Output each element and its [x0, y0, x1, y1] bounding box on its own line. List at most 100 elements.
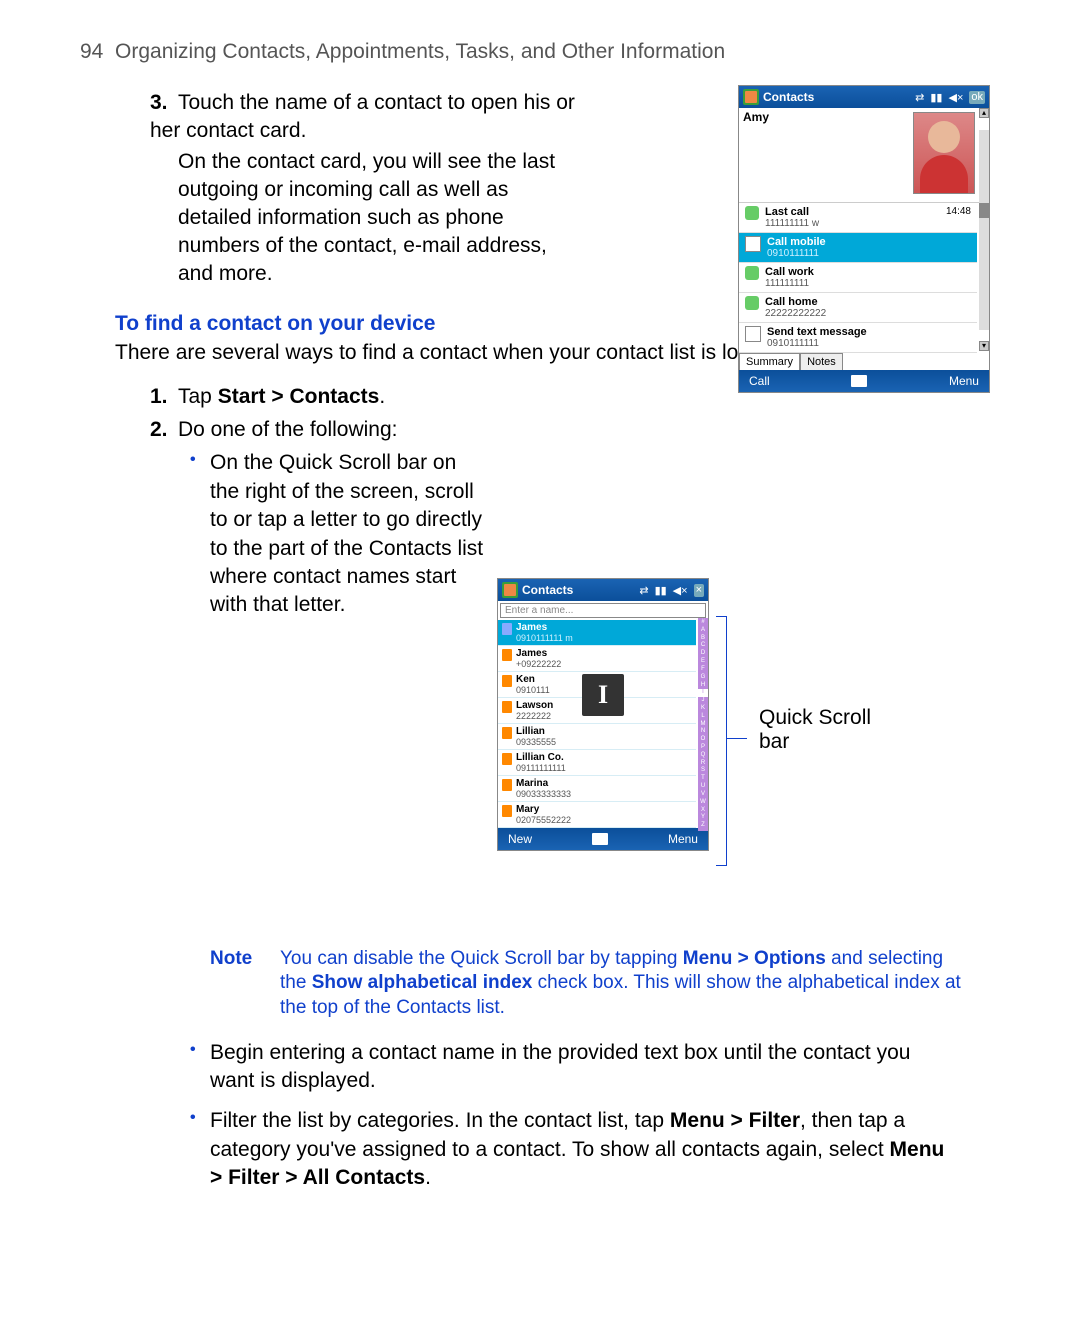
step-2: 2.Do one of the following:	[150, 416, 1000, 444]
row-label: Call work	[765, 266, 814, 278]
signal-icon: ▮▮	[930, 91, 942, 104]
qsb-letter[interactable]: S	[698, 767, 708, 775]
keyboard-icon-2[interactable]	[592, 833, 608, 845]
list-phone: +09222222	[516, 659, 561, 669]
qsb-letter[interactable]: I	[698, 689, 708, 697]
contact-action-row[interactable]: Call mobile0910111111	[739, 233, 977, 263]
row-label: Call home	[765, 296, 826, 308]
titlebar[interactable]: Contacts ⇄ ▮▮ ◀× ok	[739, 86, 989, 108]
contact-list-item[interactable]: Mary02075552222	[498, 802, 696, 828]
quick-scroll-bar[interactable]: #ABCDEFGHIJKLMNOPQRSTUVWXYZ	[698, 618, 708, 831]
note-b2: Show alphabetical index	[312, 972, 533, 993]
qsb-letter[interactable]: #	[698, 619, 708, 627]
sim-icon	[502, 623, 512, 635]
step-3: 3.Touch the name of a contact to open hi…	[150, 89, 585, 287]
row-label: Last call	[765, 206, 819, 218]
row-value: 111111111	[765, 278, 814, 289]
row-time: 14:48	[946, 206, 971, 217]
qsb-letter[interactable]: W	[698, 799, 708, 807]
softkey-bar: Call Menu	[739, 370, 989, 392]
list-name: James	[516, 648, 561, 659]
sync-icon: ⇄	[915, 91, 924, 104]
start-icon[interactable]	[743, 89, 759, 105]
list-phone: 09111111111	[516, 763, 566, 773]
mob-icon	[745, 236, 761, 252]
bf-t3: .	[425, 1166, 431, 1189]
qsb-letter[interactable]: L	[698, 713, 708, 721]
list-phone: 09335555	[516, 737, 556, 747]
qsb-letter[interactable]: X	[698, 807, 708, 815]
sim-icon	[502, 805, 512, 817]
close-icon[interactable]: ×	[694, 584, 704, 597]
qsb-letter[interactable]: O	[698, 736, 708, 744]
contact-list-item[interactable]: Lillian Co.09111111111	[498, 750, 696, 776]
tab-summary[interactable]: Summary	[739, 353, 800, 370]
qsb-letter[interactable]: G	[698, 674, 708, 682]
list-name: Mary	[516, 804, 571, 815]
list-phone: 02075552222	[516, 815, 571, 825]
row-value: 22222222222	[765, 308, 826, 319]
qsb-letter[interactable]: M	[698, 721, 708, 729]
qsb-letter[interactable]: C	[698, 642, 708, 650]
ok-button[interactable]: ok	[969, 91, 985, 104]
qsb-letter[interactable]: Y	[698, 814, 708, 822]
softkey-new[interactable]: New	[508, 832, 532, 846]
titlebar-icons: ⇄ ▮▮ ◀× ok	[915, 91, 985, 104]
contact-list-item[interactable]: Marina09033333333	[498, 776, 696, 802]
sim-icon	[502, 649, 512, 661]
scroll-down-arrow[interactable]: ▾	[979, 341, 989, 351]
list-name: Lawson	[516, 700, 553, 711]
callout-line	[727, 738, 747, 739]
contact-photo	[913, 112, 975, 194]
bullet-quickscroll-text: On the Quick Scroll bar on the right of …	[210, 449, 490, 619]
qsb-letter[interactable]: H	[698, 682, 708, 690]
sync-icon-2: ⇄	[639, 584, 648, 597]
qsb-letter[interactable]: N	[698, 728, 708, 736]
softkey-menu-2[interactable]: Menu	[668, 832, 698, 846]
qsb-letter[interactable]: P	[698, 744, 708, 752]
list-phone: 09033333333	[516, 789, 571, 799]
qsb-letter[interactable]: J	[698, 697, 708, 705]
row-value: 0910111111	[767, 338, 867, 349]
step3-line1: Touch the name of a contact to open his …	[150, 91, 575, 142]
softkey-menu[interactable]: Menu	[949, 374, 979, 388]
scroll-up-arrow[interactable]: ▴	[979, 108, 989, 118]
contact-list-item[interactable]: James0910111111 m	[498, 620, 696, 646]
list-name: Lillian	[516, 726, 556, 737]
contact-action-row[interactable]: Call work111111111	[739, 263, 977, 293]
start-icon-2[interactable]	[502, 582, 518, 598]
qsb-letter[interactable]: T	[698, 775, 708, 783]
qsb-letter[interactable]: K	[698, 705, 708, 713]
qsb-letter[interactable]: V	[698, 791, 708, 799]
qsb-letter[interactable]: F	[698, 666, 708, 674]
contact-list-item[interactable]: Lillian09335555	[498, 724, 696, 750]
softkey-call[interactable]: Call	[749, 374, 770, 388]
step1-post: .	[379, 385, 385, 408]
qsb-letter[interactable]: B	[698, 635, 708, 643]
tab-notes[interactable]: Notes	[800, 353, 843, 370]
step1-bold: Start > Contacts	[218, 385, 380, 408]
contact-action-row[interactable]: Call home22222222222	[739, 293, 977, 323]
scrollbar-track[interactable]	[979, 130, 989, 330]
contact-action-row[interactable]: Send text message0910111111	[739, 323, 977, 353]
sms-icon	[745, 326, 761, 342]
qsb-letter[interactable]: R	[698, 760, 708, 768]
qsb-letter[interactable]: E	[698, 658, 708, 666]
qsb-letter[interactable]: Q	[698, 752, 708, 760]
note-label: Note	[210, 947, 260, 1021]
titlebar-2[interactable]: Contacts ⇄ ▮▮ ◀× ×	[498, 579, 708, 601]
list-phone: 2222222	[516, 711, 553, 721]
keyboard-icon[interactable]	[851, 375, 867, 387]
qsb-letter[interactable]: U	[698, 783, 708, 791]
qsb-letter[interactable]: D	[698, 650, 708, 658]
qsb-letter[interactable]: Z	[698, 822, 708, 830]
scrollbar-thumb[interactable]	[979, 203, 989, 218]
search-input[interactable]: Enter a name...	[500, 603, 706, 618]
qsb-letter[interactable]: A	[698, 627, 708, 635]
section-title: Organizing Contacts, Appointments, Tasks…	[115, 40, 725, 63]
sim-icon	[502, 753, 512, 765]
step3-number: 3.	[150, 89, 178, 117]
contact-action-row[interactable]: Last call111111111 w14:48	[739, 203, 977, 233]
callout-bracket	[716, 616, 727, 866]
contact-list-item[interactable]: James+09222222	[498, 646, 696, 672]
